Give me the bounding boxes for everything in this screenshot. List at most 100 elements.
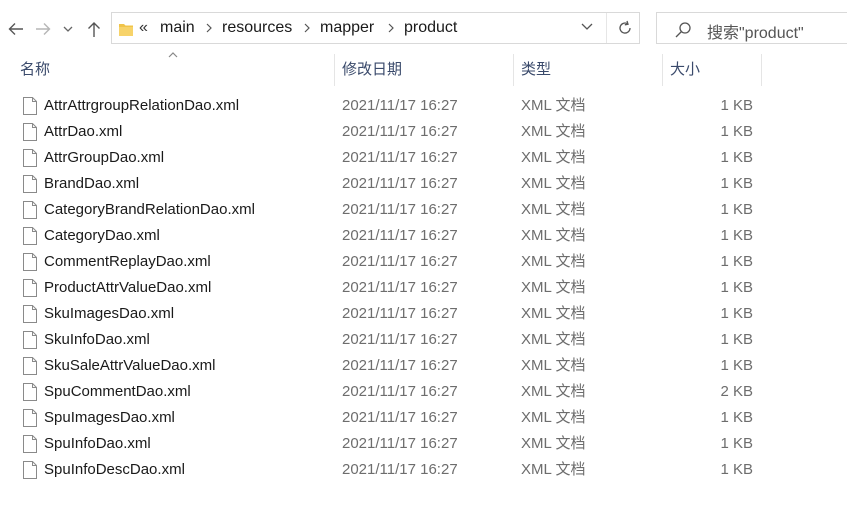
breadcrumb-mapper[interactable]: mapper (320, 19, 374, 37)
file-size: 1 KB (720, 149, 753, 166)
breadcrumb-resources[interactable]: resources (222, 19, 292, 37)
file-modified: 2021/11/17 16:27 (342, 123, 458, 140)
breadcrumb-separator-icon[interactable] (304, 23, 310, 33)
file-size: 1 KB (720, 253, 753, 270)
chevron-down-icon[interactable] (581, 23, 593, 31)
folder-icon (119, 24, 133, 36)
file-modified: 2021/11/17 16:27 (342, 409, 458, 426)
file-name: CategoryBrandRelationDao.xml (44, 201, 255, 218)
breadcrumb-main[interactable]: main (160, 19, 195, 37)
file-type: XML 文档 (521, 357, 586, 374)
file-size: 1 KB (720, 435, 753, 452)
file-icon (23, 253, 37, 271)
file-row[interactable]: AttrAttrgroupRelationDao.xml 2021/11/17 … (0, 93, 847, 119)
file-icon (23, 409, 37, 427)
column-header-size[interactable]: 大小 (670, 54, 700, 86)
file-modified: 2021/11/17 16:27 (342, 97, 458, 114)
back-button[interactable] (6, 14, 26, 44)
file-row[interactable]: CategoryDao.xml 2021/11/17 16:27 XML 文档 … (0, 223, 847, 249)
file-size: 1 KB (720, 279, 753, 296)
file-size: 1 KB (720, 97, 753, 114)
file-icon (23, 149, 37, 167)
file-name: AttrGroupDao.xml (44, 149, 165, 166)
file-icon (23, 201, 37, 219)
file-icon (23, 175, 37, 193)
file-row[interactable]: SkuImagesDao.xml 2021/11/17 16:27 XML 文档… (0, 301, 847, 327)
file-size: 1 KB (720, 331, 753, 348)
file-modified: 2021/11/17 16:27 (342, 461, 458, 478)
column-divider[interactable] (334, 54, 335, 86)
refresh-icon[interactable] (617, 20, 633, 36)
file-type: XML 文档 (521, 149, 586, 166)
file-row[interactable]: BrandDao.xml 2021/11/17 16:27 XML 文档 1 K… (0, 171, 847, 197)
file-size: 1 KB (720, 305, 753, 322)
file-icon (23, 279, 37, 297)
file-type: XML 文档 (521, 331, 586, 348)
chevron-down-icon (63, 26, 73, 32)
file-icon (23, 227, 37, 245)
file-size: 1 KB (720, 409, 753, 426)
file-icon (23, 123, 37, 141)
file-name: CommentReplayDao.xml (44, 253, 211, 270)
file-name: SkuSaleAttrValueDao.xml (44, 357, 216, 374)
file-type: XML 文档 (521, 383, 586, 400)
file-row[interactable]: CategoryBrandRelationDao.xml 2021/11/17 … (0, 197, 847, 223)
recent-locations-button[interactable] (61, 14, 75, 44)
file-row[interactable]: SpuImagesDao.xml 2021/11/17 16:27 XML 文档… (0, 405, 847, 431)
forward-button[interactable] (33, 14, 53, 44)
file-row[interactable]: SkuSaleAttrValueDao.xml 2021/11/17 16:27… (0, 353, 847, 379)
file-row[interactable]: SpuInfoDescDao.xml 2021/11/17 16:27 XML … (0, 457, 847, 483)
column-header-type[interactable]: 类型 (521, 54, 551, 86)
file-type: XML 文档 (521, 279, 586, 296)
file-row[interactable]: AttrGroupDao.xml 2021/11/17 16:27 XML 文档… (0, 145, 847, 171)
file-name: SpuInfoDescDao.xml (44, 461, 185, 478)
file-type: XML 文档 (521, 409, 586, 426)
column-divider[interactable] (662, 54, 663, 86)
column-header-name[interactable]: 名称 (20, 54, 50, 86)
breadcrumb-separator-icon[interactable] (388, 23, 394, 33)
search-input[interactable]: 搜索"product" (707, 19, 804, 43)
file-icon (23, 435, 37, 453)
arrow-up-icon (88, 21, 100, 37)
breadcrumb-product[interactable]: product (404, 19, 457, 37)
file-icon (23, 97, 37, 115)
column-divider[interactable] (761, 54, 762, 86)
file-type: XML 文档 (521, 305, 586, 322)
file-type: XML 文档 (521, 227, 586, 244)
file-row[interactable]: AttrDao.xml 2021/11/17 16:27 XML 文档 1 KB (0, 119, 847, 145)
file-modified: 2021/11/17 16:27 (342, 201, 458, 218)
file-row[interactable]: SkuInfoDao.xml 2021/11/17 16:27 XML 文档 1… (0, 327, 847, 353)
file-type: XML 文档 (521, 461, 586, 478)
column-header-modified[interactable]: 修改日期 (342, 54, 402, 86)
search-icon (675, 22, 691, 38)
file-row[interactable]: ProductAttrValueDao.xml 2021/11/17 16:27… (0, 275, 847, 301)
breadcrumb-overflow[interactable]: « (139, 19, 148, 37)
file-name: SpuCommentDao.xml (44, 383, 191, 400)
file-row[interactable]: SpuCommentDao.xml 2021/11/17 16:27 XML 文… (0, 379, 847, 405)
file-list: AttrAttrgroupRelationDao.xml 2021/11/17 … (0, 93, 847, 483)
sort-ascending-icon (168, 52, 178, 58)
file-modified: 2021/11/17 16:27 (342, 227, 458, 244)
file-size: 1 KB (720, 175, 753, 192)
file-modified: 2021/11/17 16:27 (342, 435, 458, 452)
file-name: AttrDao.xml (44, 123, 123, 140)
file-modified: 2021/11/17 16:27 (342, 331, 458, 348)
file-size: 1 KB (720, 357, 753, 374)
breadcrumb-separator-icon[interactable] (206, 23, 212, 33)
address-bar[interactable]: « main resources mapper product (111, 12, 640, 44)
file-modified: 2021/11/17 16:27 (342, 149, 458, 166)
column-divider[interactable] (513, 54, 514, 86)
search-box[interactable]: 搜索"product" (656, 12, 847, 44)
up-button[interactable] (84, 14, 104, 44)
file-row[interactable]: CommentReplayDao.xml 2021/11/17 16:27 XM… (0, 249, 847, 275)
file-row[interactable]: SpuInfoDao.xml 2021/11/17 16:27 XML 文档 1… (0, 431, 847, 457)
file-size: 1 KB (720, 227, 753, 244)
file-name: SkuImagesDao.xml (44, 305, 175, 322)
file-name: BrandDao.xml (44, 175, 140, 192)
file-icon (23, 383, 37, 401)
file-type: XML 文档 (521, 201, 586, 218)
file-size: 2 KB (720, 383, 753, 400)
file-size: 1 KB (720, 461, 753, 478)
file-name: AttrAttrgroupRelationDao.xml (44, 97, 240, 114)
file-name: SpuImagesDao.xml (44, 409, 175, 426)
